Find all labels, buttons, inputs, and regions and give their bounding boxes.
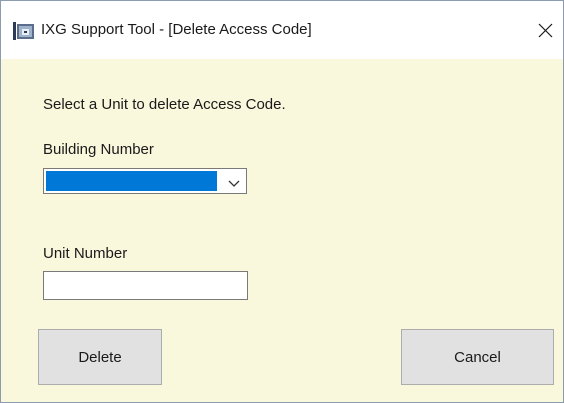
dialog-window: IXG Support Tool - [Delete Access Code] … bbox=[0, 0, 564, 403]
close-icon bbox=[538, 23, 553, 38]
title-bar[interactable]: IXG Support Tool - [Delete Access Code] bbox=[1, 1, 563, 59]
unit-number-field[interactable] bbox=[43, 271, 248, 300]
chevron-down-icon bbox=[227, 176, 241, 187]
app-icon bbox=[13, 21, 35, 41]
unit-number-label: Unit Number bbox=[43, 245, 128, 262]
cancel-button[interactable]: Cancel bbox=[401, 329, 554, 385]
delete-button[interactable]: Delete bbox=[38, 329, 162, 385]
building-number-label: Building Number bbox=[43, 141, 154, 158]
building-number-select[interactable] bbox=[43, 168, 247, 194]
window-title: IXG Support Tool - [Delete Access Code] bbox=[41, 21, 312, 38]
close-button[interactable] bbox=[531, 15, 561, 45]
building-number-selected-value bbox=[46, 171, 217, 191]
dialog-content: Select a Unit to delete Access Code. Bui… bbox=[1, 59, 563, 402]
instruction-text: Select a Unit to delete Access Code. bbox=[43, 96, 286, 113]
